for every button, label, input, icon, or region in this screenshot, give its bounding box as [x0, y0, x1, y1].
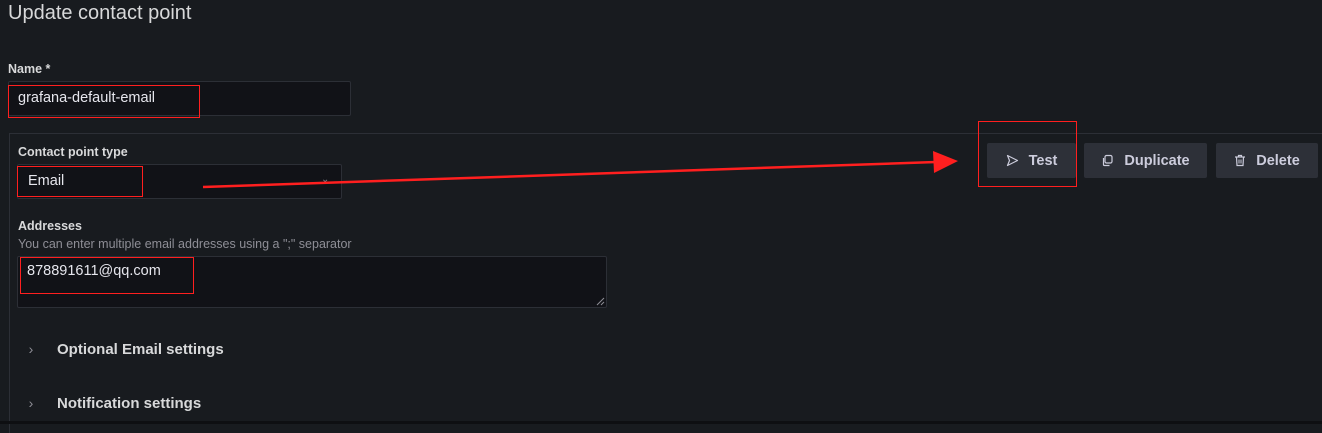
annotation-arrow — [202, 151, 958, 189]
